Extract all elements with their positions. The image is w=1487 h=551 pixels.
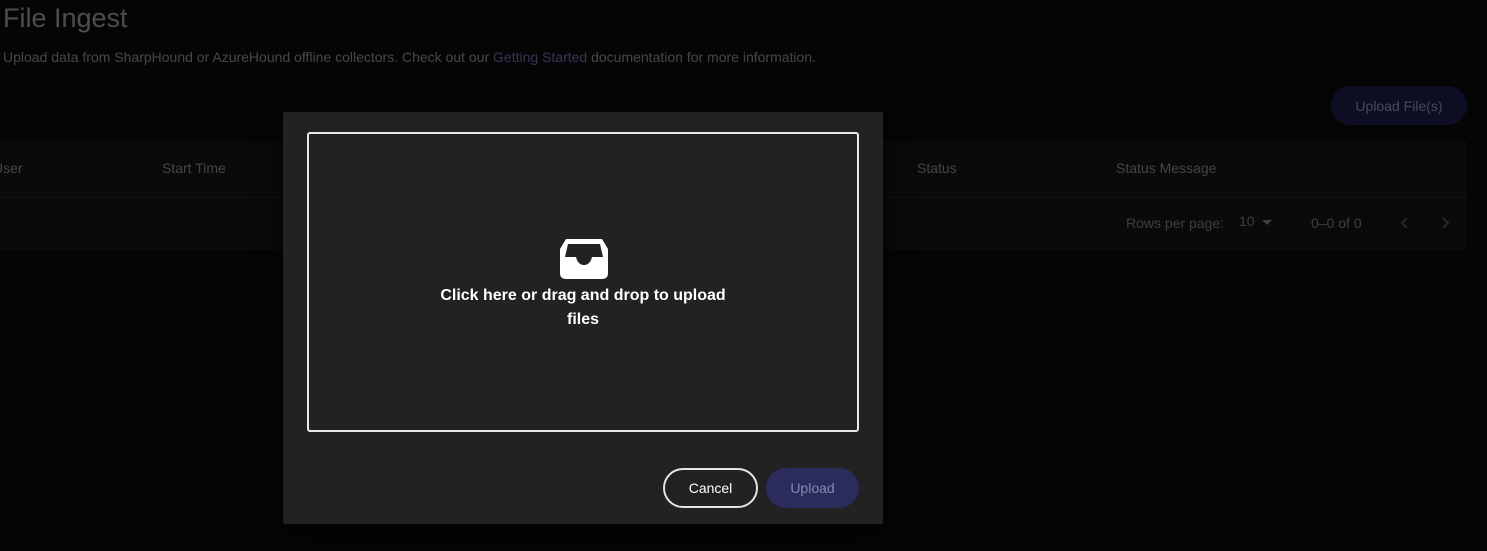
file-dropzone[interactable]: Click here or drag and drop to upload fi… <box>307 132 859 432</box>
dropzone-text: Click here or drag and drop to upload fi… <box>440 287 726 328</box>
upload-button[interactable]: Upload <box>766 468 859 508</box>
inbox-icon <box>560 239 608 279</box>
cancel-button[interactable]: Cancel <box>663 468 758 508</box>
upload-dialog: Click here or drag and drop to upload fi… <box>283 112 883 524</box>
